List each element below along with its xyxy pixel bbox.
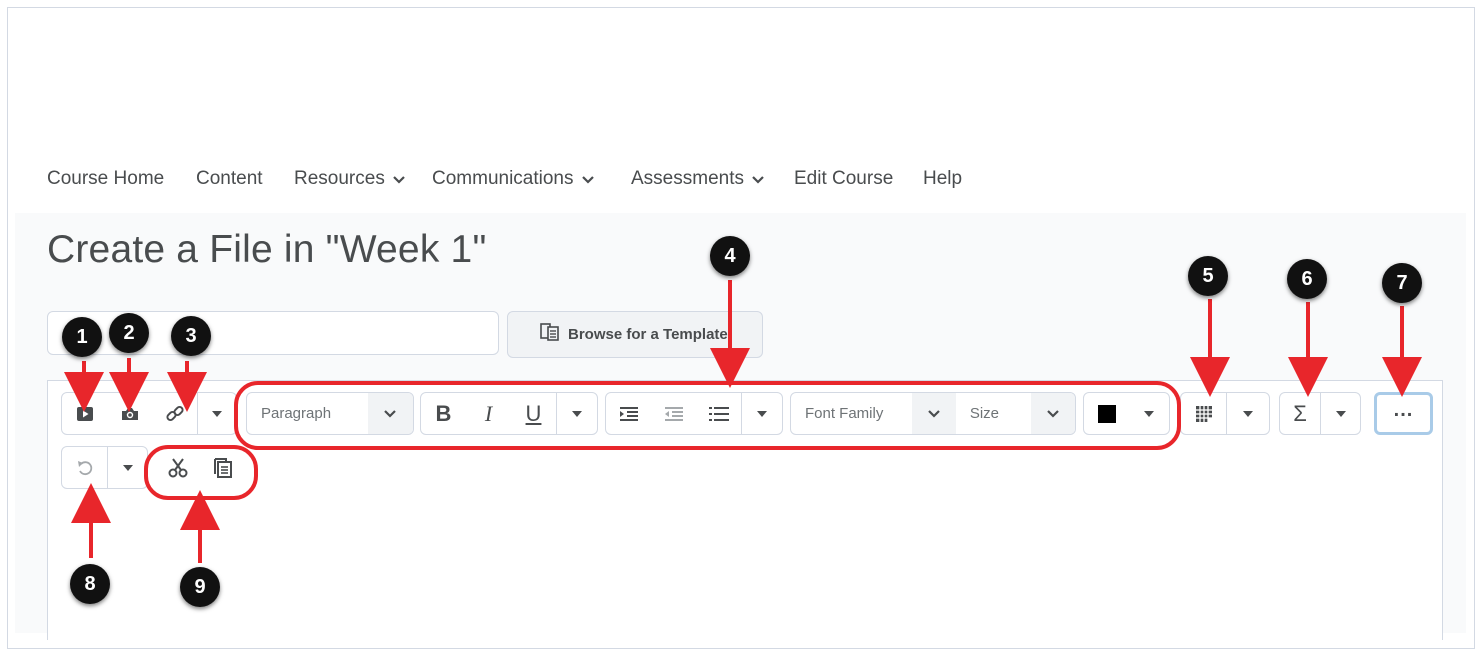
- cut-button[interactable]: [155, 446, 200, 489]
- callout-badge-2: 2: [109, 313, 149, 353]
- template-icon: [540, 323, 560, 346]
- font-family-chevron[interactable]: [912, 393, 956, 434]
- chevron-down-icon: [581, 175, 594, 184]
- insert-stuff-button[interactable]: [62, 393, 107, 434]
- browse-template-button[interactable]: Browse for a Template: [507, 311, 763, 358]
- paste-icon: [213, 457, 232, 478]
- callout-badge-9: 9: [180, 567, 220, 607]
- text-color-dropdown[interactable]: [1129, 393, 1169, 434]
- more-actions-button[interactable]: ...: [1374, 392, 1433, 435]
- undo-icon: [77, 460, 92, 475]
- equation-dropdown[interactable]: [1320, 393, 1360, 434]
- undo-button[interactable]: [62, 447, 107, 488]
- nav-edit-course[interactable]: Edit Course: [794, 168, 893, 190]
- bold-button[interactable]: B: [421, 393, 466, 434]
- equation-group: Σ: [1279, 392, 1361, 435]
- block-format-chevron[interactable]: [367, 393, 413, 434]
- more-actions-label: ...: [1393, 399, 1414, 421]
- clipboard-group: [155, 446, 245, 489]
- indent-icon: [619, 406, 638, 421]
- text-style-more-dropdown[interactable]: [556, 393, 597, 434]
- chevron-down-icon: [1047, 410, 1059, 418]
- font-family-value: Font Family: [805, 405, 884, 422]
- outdent-button[interactable]: [651, 393, 696, 434]
- nav-communications[interactable]: Communications: [432, 168, 595, 190]
- caret-down-icon: [572, 410, 582, 417]
- insert-image-button[interactable]: [107, 393, 152, 434]
- bullet-list-icon: [708, 406, 729, 421]
- course-navbar: Course Home Content Resources Communicat…: [15, 157, 1466, 213]
- paragraph-more-dropdown[interactable]: [741, 393, 782, 434]
- insert-link-button[interactable]: [152, 393, 197, 434]
- font-size-select[interactable]: Size: [956, 393, 1031, 434]
- insert-group: [61, 392, 237, 435]
- indent-button[interactable]: [606, 393, 651, 434]
- table-icon: [1195, 405, 1213, 423]
- nav-resources[interactable]: Resources: [294, 168, 406, 190]
- block-format-value: Paragraph: [261, 405, 332, 422]
- nav-label: Edit Course: [794, 168, 894, 189]
- text-style-group: B I U: [420, 392, 598, 435]
- callout-badge-8: 8: [70, 564, 110, 604]
- paste-button[interactable]: [200, 446, 245, 489]
- caret-down-icon: [1243, 410, 1253, 417]
- caret-down-icon: [122, 464, 133, 471]
- font-family-select[interactable]: Font Family: [791, 393, 912, 434]
- color-swatch-icon: [1097, 404, 1116, 423]
- undo-group: [61, 446, 148, 489]
- callout-badge-6: 6: [1287, 259, 1327, 299]
- callout-badge-4: 4: [710, 236, 750, 276]
- caret-down-icon: [212, 410, 222, 417]
- font-size-value: Size: [969, 405, 1000, 422]
- underline-button[interactable]: U: [511, 393, 556, 434]
- callout-badge-7: 7: [1382, 263, 1422, 303]
- table-group: [1180, 392, 1270, 435]
- callout-badge-5: 5: [1188, 256, 1228, 296]
- nav-content[interactable]: Content: [196, 168, 263, 190]
- scissors-icon: [168, 457, 187, 477]
- nav-label: Communications: [432, 168, 574, 189]
- nav-label: Help: [923, 168, 963, 189]
- font-size-chevron[interactable]: [1031, 393, 1075, 434]
- outdent-icon: [664, 406, 683, 421]
- paragraph-group: [605, 392, 783, 435]
- nav-help[interactable]: Help: [923, 168, 962, 190]
- chevron-down-icon: [393, 175, 405, 184]
- browse-template-label: Browse for a Template: [568, 326, 728, 343]
- chevron-down-icon: [752, 175, 764, 184]
- nav-label: Assessments: [631, 168, 744, 189]
- callout-badge-3: 3: [171, 316, 211, 356]
- nav-label: Course Home: [47, 168, 165, 189]
- font-group: Font Family Size: [790, 392, 1076, 435]
- chevron-down-icon: [384, 410, 397, 418]
- text-color-button[interactable]: [1084, 393, 1129, 434]
- chevron-down-icon: [928, 410, 940, 418]
- text-color-group: [1083, 392, 1170, 435]
- nav-course-home[interactable]: Course Home: [47, 168, 164, 190]
- insert-more-dropdown[interactable]: [197, 393, 236, 434]
- camera-icon: [121, 407, 138, 420]
- undo-dropdown[interactable]: [107, 447, 147, 488]
- equation-button[interactable]: Σ: [1280, 393, 1320, 434]
- media-play-icon: [76, 406, 93, 421]
- block-format-select[interactable]: Paragraph: [246, 392, 414, 435]
- insert-table-button[interactable]: [1181, 393, 1226, 434]
- link-icon: [165, 405, 184, 421]
- nav-label: Resources: [294, 168, 385, 189]
- italic-button[interactable]: I: [466, 393, 511, 434]
- nav-assessments[interactable]: Assessments: [631, 168, 765, 190]
- table-dropdown[interactable]: [1226, 393, 1269, 434]
- nav-label: Content: [196, 168, 263, 189]
- callout-badge-1: 1: [62, 317, 102, 357]
- bullet-list-button[interactable]: [696, 393, 741, 434]
- caret-down-icon: [1144, 410, 1154, 417]
- caret-down-icon: [1335, 410, 1346, 417]
- caret-down-icon: [757, 410, 767, 417]
- page-title: Create a File in "Week 1": [47, 228, 487, 271]
